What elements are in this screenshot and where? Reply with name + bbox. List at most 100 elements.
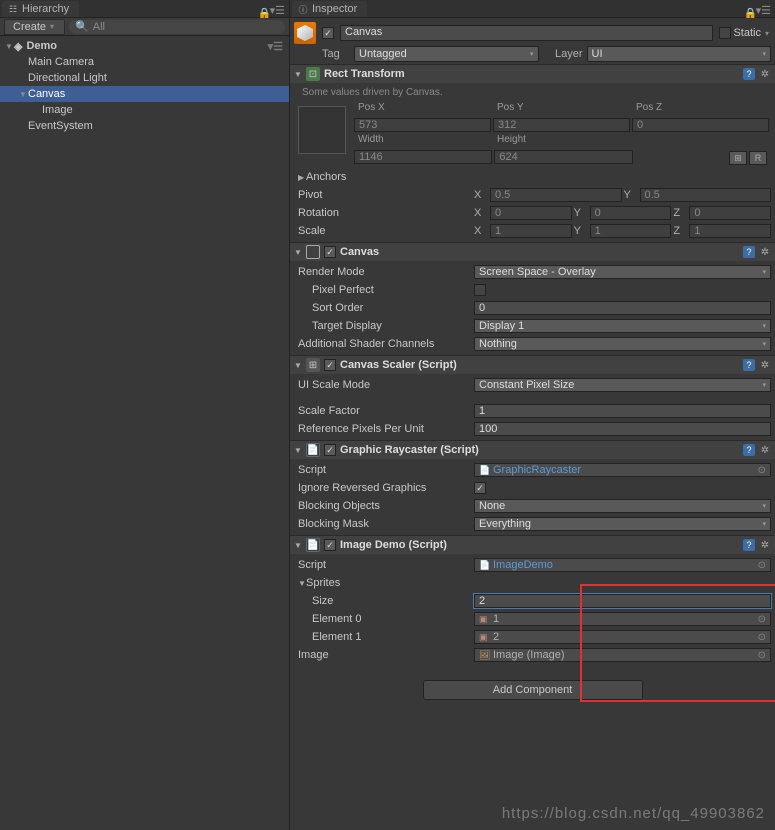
help-icon[interactable]: ? <box>743 246 755 258</box>
enable-checkbox[interactable]: ✓ <box>324 539 336 551</box>
gear-icon[interactable]: ✲ <box>759 539 771 551</box>
gameobject-icon[interactable] <box>294 22 316 44</box>
scale-factor-field[interactable]: 1 <box>474 404 771 418</box>
help-icon[interactable]: ? <box>743 359 755 371</box>
tag-dropdown[interactable]: Untagged▾ <box>354 46 539 62</box>
create-button[interactable]: Create ▾ <box>4 19 65 35</box>
foldout-icon[interactable]: ▼ <box>4 42 14 51</box>
element-0-field[interactable]: ▣1⊙ <box>474 612 771 626</box>
scl-y-field[interactable]: 1 <box>590 224 672 238</box>
pos-y-field[interactable]: 312 <box>493 118 630 132</box>
foldout-icon[interactable]: ▼ <box>294 70 302 79</box>
width-field[interactable]: 1146 <box>354 150 492 164</box>
hierarchy-item[interactable]: Directional Light <box>0 70 289 86</box>
foldout-icon[interactable]: ▼ <box>294 361 302 370</box>
hierarchy-search[interactable]: 🔍 All <box>69 20 285 34</box>
component-header[interactable]: ▼ 📄 ✓ Graphic Raycaster (Script) ?✲ <box>290 441 775 459</box>
inspector-tab-label: Inspector <box>312 3 357 15</box>
script-icon: 📄 <box>306 538 320 552</box>
rppu-field[interactable]: 100 <box>474 422 771 436</box>
component-title: Rect Transform <box>324 68 739 80</box>
hierarchy-tab-label: Hierarchy <box>22 3 69 15</box>
help-icon[interactable]: ? <box>743 68 755 80</box>
gear-icon[interactable]: ✲ <box>759 246 771 258</box>
rot-y-field[interactable]: 0 <box>590 206 672 220</box>
rot-x-field[interactable]: 0 <box>490 206 572 220</box>
sort-order-field[interactable]: 0 <box>474 301 771 315</box>
help-icon[interactable]: ? <box>743 539 755 551</box>
hierarchy-item[interactable]: Image <box>0 102 289 118</box>
scl-x-field[interactable]: 1 <box>490 224 572 238</box>
scene-menu-icon[interactable]: ▾☰ <box>268 40 283 53</box>
element-1-field[interactable]: ▣2⊙ <box>474 630 771 644</box>
scl-z-field[interactable]: 1 <box>689 224 771 238</box>
scene-name: Demo <box>26 40 57 52</box>
hierarchy-tree: ▼ ◈ Demo ▾☰ Main Camera Directional Ligh… <box>0 36 289 830</box>
help-icon[interactable]: ? <box>743 444 755 456</box>
rect-transform-icon: ⊡ <box>306 67 320 81</box>
component-header[interactable]: ▼ 📄 ✓ Image Demo (Script) ?✲ <box>290 536 775 554</box>
foldout-icon[interactable]: ▼ <box>294 248 302 257</box>
blueprint-mode-button[interactable]: ⊞ <box>729 151 747 165</box>
scale-mode-dropdown[interactable]: Constant Pixel Size▾ <box>474 378 771 392</box>
foldout-icon[interactable]: ▼ <box>18 90 28 99</box>
lock-icon[interactable]: 🔒 <box>258 7 266 15</box>
active-checkbox[interactable]: ✓ <box>322 27 334 39</box>
component-header[interactable]: ▼ ⊞ ✓ Canvas Scaler (Script) ?✲ <box>290 356 775 374</box>
gameobject-name-field[interactable]: Canvas <box>340 25 713 41</box>
blocking-objects-dropdown[interactable]: None▾ <box>474 499 771 513</box>
image-field[interactable]: 🖼Image (Image)⊙ <box>474 648 771 662</box>
hierarchy-item[interactable]: EventSystem <box>0 118 289 134</box>
sprites-size-field[interactable]: 2 <box>474 594 771 608</box>
watermark-text: https://blog.csdn.net/qq_49903862 <box>502 805 765 822</box>
hierarchy-tab[interactable]: ☷ Hierarchy <box>2 1 79 17</box>
component-title: Graphic Raycaster (Script) <box>340 444 739 456</box>
component-header[interactable]: ▼ ✓ Canvas ? ✲ <box>290 243 775 261</box>
render-mode-dropdown[interactable]: Screen Space - Overlay▾ <box>474 265 771 279</box>
blocking-mask-dropdown[interactable]: Everything▾ <box>474 517 771 531</box>
pos-x-field[interactable]: 573 <box>354 118 491 132</box>
inspector-panel: ⓘ Inspector 🔒 ▾☰ ✓ Canvas Static ▾ Tag <box>290 0 775 830</box>
inspector-tab[interactable]: ⓘ Inspector <box>292 1 367 17</box>
ignore-reversed-checkbox[interactable]: ✓ <box>474 482 486 494</box>
gear-icon[interactable]: ✲ <box>759 68 771 80</box>
inspector-tabbar: ⓘ Inspector 🔒 ▾☰ <box>290 0 775 18</box>
hierarchy-item-canvas[interactable]: ▼ Canvas <box>0 86 289 102</box>
anchor-preset-button[interactable] <box>298 106 346 154</box>
foldout-icon[interactable]: ▼ <box>294 541 302 550</box>
gear-icon[interactable]: ✲ <box>759 444 771 456</box>
component-title: Canvas Scaler (Script) <box>340 359 739 371</box>
hierarchy-item[interactable]: Main Camera <box>0 54 289 70</box>
rot-z-field[interactable]: 0 <box>689 206 771 220</box>
layer-dropdown[interactable]: UI▾ <box>587 46 772 62</box>
script-field[interactable]: 📄ImageDemo⊙ <box>474 558 771 572</box>
script-field[interactable]: 📄GraphicRaycaster⊙ <box>474 463 771 477</box>
static-checkbox[interactable] <box>719 27 731 39</box>
pivot-x-field[interactable]: 0.5 <box>490 188 622 202</box>
foldout-icon[interactable]: ▶ <box>298 173 306 182</box>
component-header[interactable]: ▼ ⊡ Rect Transform ? ✲ <box>290 65 775 83</box>
lock-icon[interactable]: 🔒 <box>744 7 752 15</box>
raw-edit-button[interactable]: R <box>749 151 767 165</box>
pos-z-field[interactable]: 0 <box>632 118 769 132</box>
pivot-y-field[interactable]: 0.5 <box>640 188 772 202</box>
component-title: Canvas <box>340 246 739 258</box>
add-component-button[interactable]: Add Component <box>423 680 643 700</box>
scene-row[interactable]: ▼ ◈ Demo ▾☰ <box>0 38 289 54</box>
shader-channels-dropdown[interactable]: Nothing▾ <box>474 337 771 351</box>
height-field[interactable]: 624 <box>494 150 632 164</box>
enable-checkbox[interactable]: ✓ <box>324 246 336 258</box>
image-demo-component: ▼ 📄 ✓ Image Demo (Script) ?✲ Script📄Imag… <box>290 535 775 672</box>
panel-menu-icon[interactable]: ▾☰ <box>756 4 771 17</box>
chevron-down-icon[interactable]: ▾ <box>763 29 771 38</box>
canvas-icon <box>306 245 320 259</box>
enable-checkbox[interactable]: ✓ <box>324 444 336 456</box>
panel-menu-icon[interactable]: ▾☰ <box>270 4 285 17</box>
chevron-down-icon: ▾ <box>48 22 56 31</box>
target-display-dropdown[interactable]: Display 1▾ <box>474 319 771 333</box>
pixel-perfect-checkbox[interactable] <box>474 284 486 296</box>
foldout-icon[interactable]: ▼ <box>294 446 302 455</box>
foldout-icon[interactable]: ▼ <box>298 579 306 588</box>
gear-icon[interactable]: ✲ <box>759 359 771 371</box>
enable-checkbox[interactable]: ✓ <box>324 359 336 371</box>
